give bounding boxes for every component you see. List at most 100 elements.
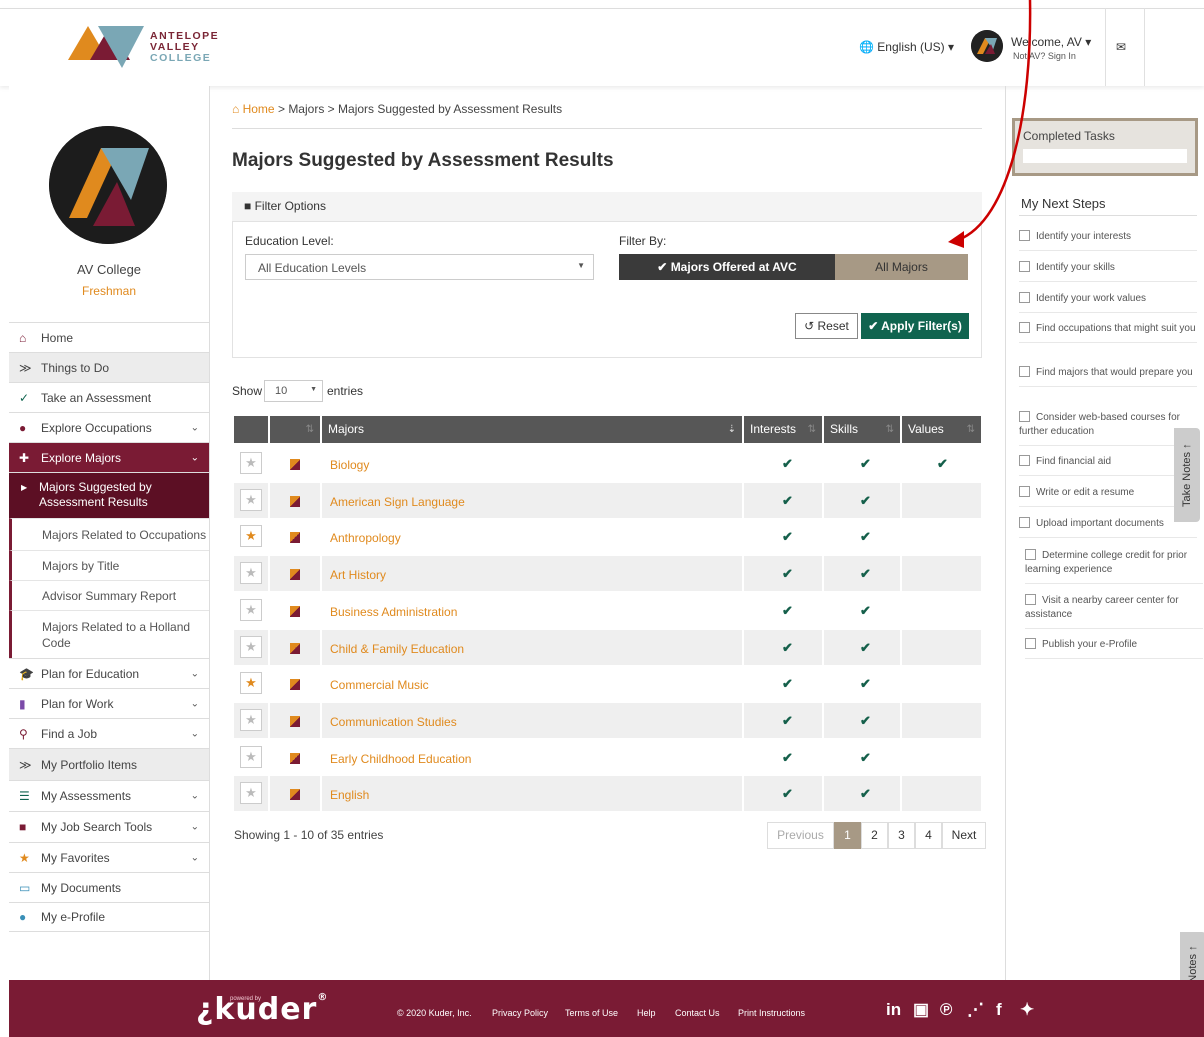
footer-print-link[interactable]: Print Instructions bbox=[738, 1008, 805, 1018]
next-step-item[interactable]: Identify your skills bbox=[1019, 261, 1197, 282]
next-step-item[interactable]: Find majors that would prepare you bbox=[1019, 366, 1197, 387]
nav-job-search-tools[interactable]: ■ My Job Search Tools ⌄ bbox=[9, 811, 209, 842]
major-link[interactable]: Early Childhood Education bbox=[330, 752, 471, 766]
favorite-star-icon[interactable]: ★ bbox=[240, 782, 262, 805]
favorite-star-icon[interactable]: ★ bbox=[240, 635, 262, 658]
next-step-item[interactable]: Upload important documents bbox=[1019, 517, 1197, 538]
checkbox-icon[interactable] bbox=[1019, 322, 1030, 333]
next-step-item[interactable]: Find occupations that might suit you bbox=[1019, 322, 1197, 343]
filter-majors-offered-button[interactable]: ✔ Majors Offered at AVC bbox=[619, 254, 835, 280]
envelope-icon[interactable]: ✉ bbox=[1116, 40, 1126, 54]
nav-majors-related-occupations[interactable]: Majors Related to Occupations bbox=[9, 518, 209, 550]
major-link[interactable]: Communication Studies bbox=[330, 715, 457, 729]
favorite-star-icon[interactable]: ★ bbox=[240, 525, 262, 548]
pagination-page-1[interactable]: 1 bbox=[834, 822, 861, 849]
checkbox-icon[interactable] bbox=[1025, 594, 1036, 605]
major-link[interactable]: English bbox=[330, 788, 369, 802]
pinterest-icon[interactable]: ℗ bbox=[940, 1000, 953, 1020]
filter-all-majors-button[interactable]: All Majors bbox=[835, 254, 968, 280]
pagination-page-3[interactable]: 3 bbox=[888, 822, 915, 849]
nav-advisor-summary[interactable]: Advisor Summary Report bbox=[9, 580, 209, 610]
footer-help-link[interactable]: Help bbox=[637, 1008, 656, 1018]
checkbox-icon[interactable] bbox=[1019, 366, 1030, 377]
take-notes-tab[interactable]: Take Notes ↑ bbox=[1174, 428, 1200, 522]
favorite-star-icon[interactable]: ★ bbox=[240, 452, 262, 474]
col-skills-header[interactable]: Skills ⇅ bbox=[824, 416, 900, 443]
nav-my-favorites[interactable]: ★ My Favorites ⌄ bbox=[9, 842, 209, 872]
major-link[interactable]: Biology bbox=[330, 458, 369, 472]
major-link[interactable]: Child & Family Education bbox=[330, 642, 464, 656]
checkbox-icon[interactable] bbox=[1019, 292, 1030, 303]
col-values-header[interactable]: Values ⇅ bbox=[902, 416, 981, 443]
nav-home[interactable]: ⌂ Home bbox=[9, 322, 209, 352]
pagination-next[interactable]: Next bbox=[942, 822, 986, 849]
nav-my-documents[interactable]: ▭ My Documents bbox=[9, 872, 209, 902]
rss-icon[interactable]: ⋰ bbox=[967, 1000, 984, 1020]
pagination-previous[interactable]: Previous bbox=[767, 822, 834, 849]
check-icon: ✔ bbox=[860, 749, 871, 765]
education-level-select[interactable]: All Education Levels ▼ bbox=[245, 254, 594, 280]
next-step-item[interactable]: Visit a nearby career center for assista… bbox=[1025, 594, 1203, 629]
nav-things-to-do[interactable]: ≫ Things to Do bbox=[9, 352, 209, 382]
nav-find-job[interactable]: ⚲ Find a Job ⌄ bbox=[9, 718, 209, 748]
checkbox-icon[interactable] bbox=[1025, 638, 1036, 649]
checkbox-icon[interactable] bbox=[1025, 549, 1036, 560]
next-step-item[interactable]: Find financial aid bbox=[1019, 455, 1197, 476]
major-link[interactable]: American Sign Language bbox=[330, 495, 465, 509]
next-step-item[interactable]: Identify your work values bbox=[1019, 292, 1197, 313]
table-row: ★ Business Administration ✔ ✔ bbox=[234, 593, 986, 628]
col-interests-header[interactable]: Interests ⇅ bbox=[744, 416, 822, 443]
major-link[interactable]: Anthropology bbox=[330, 531, 401, 545]
nav-majors-suggested[interactable]: ▶ Majors Suggested by Assessment Results bbox=[9, 472, 209, 518]
pagination-page-4[interactable]: 4 bbox=[915, 822, 942, 849]
entries-per-page-select[interactable]: 10 ▼ bbox=[264, 380, 323, 402]
nav-my-eprofile[interactable]: ● My e-Profile bbox=[9, 902, 209, 932]
major-book-icon bbox=[290, 715, 300, 727]
facebook-icon[interactable]: f bbox=[996, 1000, 1002, 1020]
nav-majors-by-title[interactable]: Majors by Title bbox=[9, 550, 209, 580]
checkbox-icon[interactable] bbox=[1019, 455, 1030, 466]
linkedin-icon[interactable]: in bbox=[886, 1000, 901, 1020]
major-link[interactable]: Art History bbox=[330, 568, 386, 582]
favorite-star-icon[interactable]: ★ bbox=[240, 708, 262, 731]
apply-filters-button[interactable]: ✔ Apply Filter(s) bbox=[861, 313, 969, 339]
favorite-star-icon[interactable]: ★ bbox=[240, 488, 262, 511]
filter-header[interactable]: ■ Filter Options bbox=[232, 192, 982, 222]
col-icon-header[interactable]: ⇅ bbox=[270, 416, 320, 443]
favorite-star-icon[interactable]: ★ bbox=[240, 598, 262, 621]
nav-plan-education[interactable]: 🎓 Plan for Education ⌄ bbox=[9, 658, 209, 688]
clipboard-icon: ▮ bbox=[19, 696, 26, 711]
next-step-item[interactable]: Write or edit a resume bbox=[1019, 486, 1197, 507]
breadcrumb-home[interactable]: ⌂ Home bbox=[232, 102, 275, 116]
major-link[interactable]: Commercial Music bbox=[330, 678, 429, 692]
major-link[interactable]: Business Administration bbox=[330, 605, 457, 619]
checkbox-icon[interactable] bbox=[1019, 517, 1030, 528]
nav-majors-holland-code[interactable]: Majors Related to a Holland Code bbox=[9, 610, 209, 658]
youtube-icon[interactable]: ▣ bbox=[913, 1000, 929, 1020]
checkbox-icon[interactable] bbox=[1019, 411, 1030, 422]
favorite-star-icon[interactable]: ★ bbox=[240, 562, 262, 585]
checkbox-icon[interactable] bbox=[1019, 261, 1030, 272]
breadcrumb-majors[interactable]: Majors bbox=[288, 102, 324, 116]
col-majors-header[interactable]: Majors ⇣ bbox=[322, 416, 742, 443]
favorite-star-icon[interactable]: ★ bbox=[240, 745, 262, 768]
check-icon: ✔ bbox=[860, 529, 871, 545]
nav-take-assessment[interactable]: ✓ Take an Assessment bbox=[9, 382, 209, 412]
footer-privacy-link[interactable]: Privacy Policy bbox=[492, 1008, 548, 1018]
next-step-item[interactable]: Consider web-based courses for further e… bbox=[1019, 411, 1197, 446]
footer-terms-link[interactable]: Terms of Use bbox=[565, 1008, 618, 1018]
footer-contact-link[interactable]: Contact Us bbox=[675, 1008, 720, 1018]
nav-portfolio-items[interactable]: ≫ My Portfolio Items bbox=[9, 748, 209, 780]
favorite-star-icon[interactable]: ★ bbox=[240, 672, 262, 695]
next-step-item[interactable]: Determine college credit for prior learn… bbox=[1025, 549, 1203, 584]
nav-explore-occupations[interactable]: ● Explore Occupations ⌄ bbox=[9, 412, 209, 442]
nav-my-assessments[interactable]: ☰ My Assessments ⌄ bbox=[9, 780, 209, 811]
nav-explore-majors[interactable]: ✚ Explore Majors ⌄ bbox=[9, 442, 209, 472]
twitter-icon[interactable]: ✦ bbox=[1020, 1000, 1034, 1020]
pagination-page-2[interactable]: 2 bbox=[861, 822, 888, 849]
kuder-logo[interactable]: ¿kuder® bbox=[196, 992, 328, 1027]
nav-plan-work[interactable]: ▮ Plan for Work ⌄ bbox=[9, 688, 209, 718]
reset-button[interactable]: ↺ Reset bbox=[795, 313, 858, 339]
checkbox-icon[interactable] bbox=[1019, 486, 1030, 497]
next-step-item[interactable]: Publish your e-Profile bbox=[1025, 638, 1203, 659]
